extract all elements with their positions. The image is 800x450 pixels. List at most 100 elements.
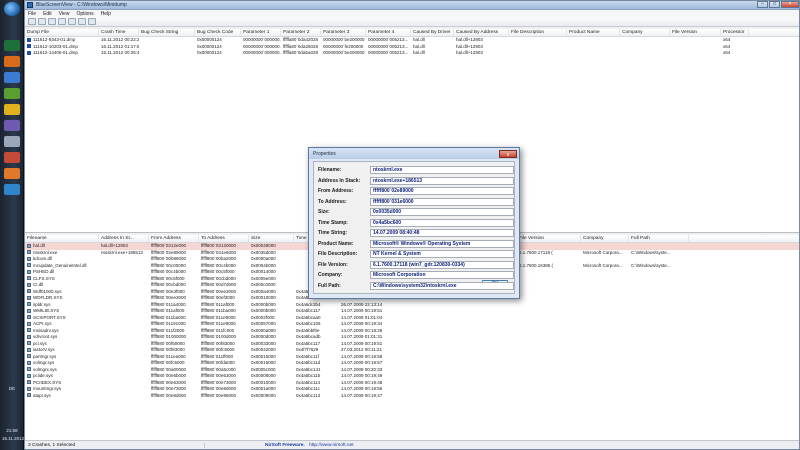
property-value-field[interactable]: 0x4a5bc600 [370, 218, 514, 227]
property-row: Filename: ntoskrnl.exe [318, 166, 514, 175]
tray-clock-time[interactable]: 21:58 [2, 428, 22, 433]
property-label: File Description: [318, 251, 358, 258]
property-label: Address In Stack: [318, 177, 361, 184]
taskbar-app-icon[interactable] [4, 152, 20, 163]
property-row: To Address: fffff800`031e6000 [318, 197, 514, 207]
crash-col-header[interactable]: Parameter 4 [366, 29, 411, 36]
driver-file-icon [27, 341, 31, 346]
crash-col-header[interactable]: Company [620, 29, 670, 36]
driver-col-header[interactable]: To Address [199, 235, 249, 242]
crash-col-header[interactable]: Parameter 2 [281, 29, 321, 36]
driver-cell: fffff880`00e8d000 [151, 392, 186, 398]
status-freeware-label: NirSoft Freeware. [265, 442, 305, 448]
dialog-close-button[interactable]: x [499, 149, 517, 158]
taskbar-app-icon[interactable] [4, 120, 20, 131]
crash-table-row[interactable]: 111612-14406-01.dmp 16.11.2012 00:25:41 0x… [25, 50, 799, 57]
taskbar-app-icon[interactable] [4, 104, 20, 115]
crash-col-header[interactable]: Crash Time [99, 29, 139, 36]
taskbar-app-icon[interactable] [4, 88, 20, 99]
menu-file[interactable]: File [28, 11, 36, 17]
property-value-field[interactable]: fffff800`02e89000 [370, 187, 514, 196]
driver-col-header[interactable]: Full Path [629, 235, 689, 242]
start-button[interactable] [4, 2, 20, 16]
minimize-button[interactable]: – [757, 1, 768, 8]
driver-filename: WDFLDR.SYS [33, 295, 63, 300]
crash-col-header[interactable]: Product Name [567, 29, 620, 36]
property-value-field[interactable]: 0x0035d000 [370, 208, 514, 217]
driver-filename: CLFS.SYS [33, 275, 55, 281]
property-value-field[interactable]: 14.07.2009 08:40:48 [370, 229, 514, 238]
driver-col-header[interactable]: Address In St... [99, 235, 149, 242]
find-icon[interactable] [78, 18, 86, 25]
crash-col-header[interactable]: File Description [509, 29, 567, 36]
driver-col-header[interactable]: Size [249, 235, 294, 242]
crash-col-header[interactable]: Caused By Address [454, 29, 509, 36]
property-value-field[interactable]: Microsoft Corporation [370, 271, 514, 280]
driver-file-icon [27, 354, 31, 359]
close-button[interactable]: × [781, 1, 799, 8]
crash-col-header[interactable]: Parameter 3 [321, 29, 366, 36]
driver-cell [629, 393, 689, 400]
menu-view[interactable]: View [59, 11, 70, 17]
driver-file-icon [27, 373, 31, 378]
crash-filename: 111612-10203-01.dmp [33, 43, 78, 49]
crash-col-header[interactable]: Dump File [25, 29, 99, 36]
driver-filename: pciide.sys [33, 373, 53, 378]
driver-file-icon [27, 250, 31, 255]
driver-filename: ACPI.sys [33, 321, 52, 326]
title-bar[interactable]: BlueScreenView - C:\Windows\Minidump – □… [25, 1, 799, 10]
driver-cell [99, 393, 149, 400]
crash-col-header[interactable]: Bug Check Code [195, 29, 241, 36]
menu-options[interactable]: Options [76, 11, 93, 17]
property-value-field[interactable]: ntoskrnl.exe [370, 166, 514, 175]
crash-col-header[interactable]: Processor [721, 29, 749, 36]
driver-table-row[interactable]: atapi.sys fffff880`00e8d000 fffff880`00e96… [25, 393, 799, 400]
property-value-field[interactable]: ntoskrnl.exe+186513 [370, 176, 514, 185]
driver-col-header[interactable]: File Version [517, 235, 581, 242]
driver-col-header[interactable]: Filename [25, 235, 99, 242]
taskbar-app-icon[interactable] [4, 56, 20, 67]
property-label: Full Path: [318, 282, 341, 289]
driver-col-header[interactable]: From Address [149, 235, 199, 242]
driver-cell [517, 393, 581, 400]
crash-col-header[interactable]: File Version [670, 29, 721, 36]
properties-icon[interactable] [68, 18, 76, 25]
driver-col-header[interactable]: Company [581, 235, 629, 242]
crash-col-header[interactable]: Parameter 1 [241, 29, 281, 36]
menu-help[interactable]: Help [101, 11, 111, 17]
save-icon[interactable] [48, 18, 56, 25]
property-value-field[interactable]: C:\Windows\system32\ntoskrnl.exe [370, 281, 514, 290]
driver-filename: SCSIPORT.SYS [33, 314, 66, 320]
toolbar [25, 17, 799, 27]
maximize-button[interactable]: □ [769, 1, 780, 8]
nirsoft-link[interactable]: http://www.nirsoft.net [309, 443, 354, 448]
options-icon[interactable] [28, 18, 36, 25]
exit-icon[interactable] [88, 18, 96, 25]
crash-col-header[interactable]: Caused By Driver [411, 29, 454, 36]
driver-cell: 14.07.2009 00:19:47 [341, 392, 383, 398]
driver-filename: Wdf01000.sys [33, 288, 62, 294]
property-value-field[interactable]: 6.1.7600.17118 (win7_gdr.120830-0334) [370, 260, 514, 269]
crash-col-header[interactable]: Bug Check String [139, 29, 195, 36]
menu-edit[interactable]: Edit [43, 11, 52, 17]
tray-clock-date[interactable]: 16.11.2012 [2, 436, 24, 441]
driver-file-icon [27, 347, 31, 352]
taskbar-app-icon[interactable] [4, 40, 20, 51]
property-value-field[interactable]: NT Kernel & System [370, 250, 514, 259]
crash-cell [620, 50, 670, 57]
dialog-title-bar[interactable]: Properties x [309, 148, 519, 159]
taskbar-app-icon[interactable] [4, 136, 20, 147]
property-value-field[interactable]: Microsoft® Windows® Operating System [370, 239, 514, 248]
crash-list-header: Dump File Crash Time Bug Check String Bug C… [25, 29, 799, 37]
driver-file-icon [27, 380, 31, 385]
refresh-icon[interactable] [38, 18, 46, 25]
tray-language[interactable]: DE [2, 386, 22, 391]
taskbar-app-icon[interactable] [4, 168, 20, 179]
driver-file-icon [27, 295, 31, 300]
taskbar-app-icon[interactable] [4, 184, 20, 195]
driver-cell: fffff880`00e96000 [201, 392, 236, 398]
property-value-field[interactable]: fffff800`031e6000 [370, 197, 514, 206]
taskbar-app-icon[interactable] [4, 72, 20, 83]
copy-icon[interactable] [58, 18, 66, 25]
property-row: Time String: 14.07.2009 08:40:48 [318, 229, 514, 238]
